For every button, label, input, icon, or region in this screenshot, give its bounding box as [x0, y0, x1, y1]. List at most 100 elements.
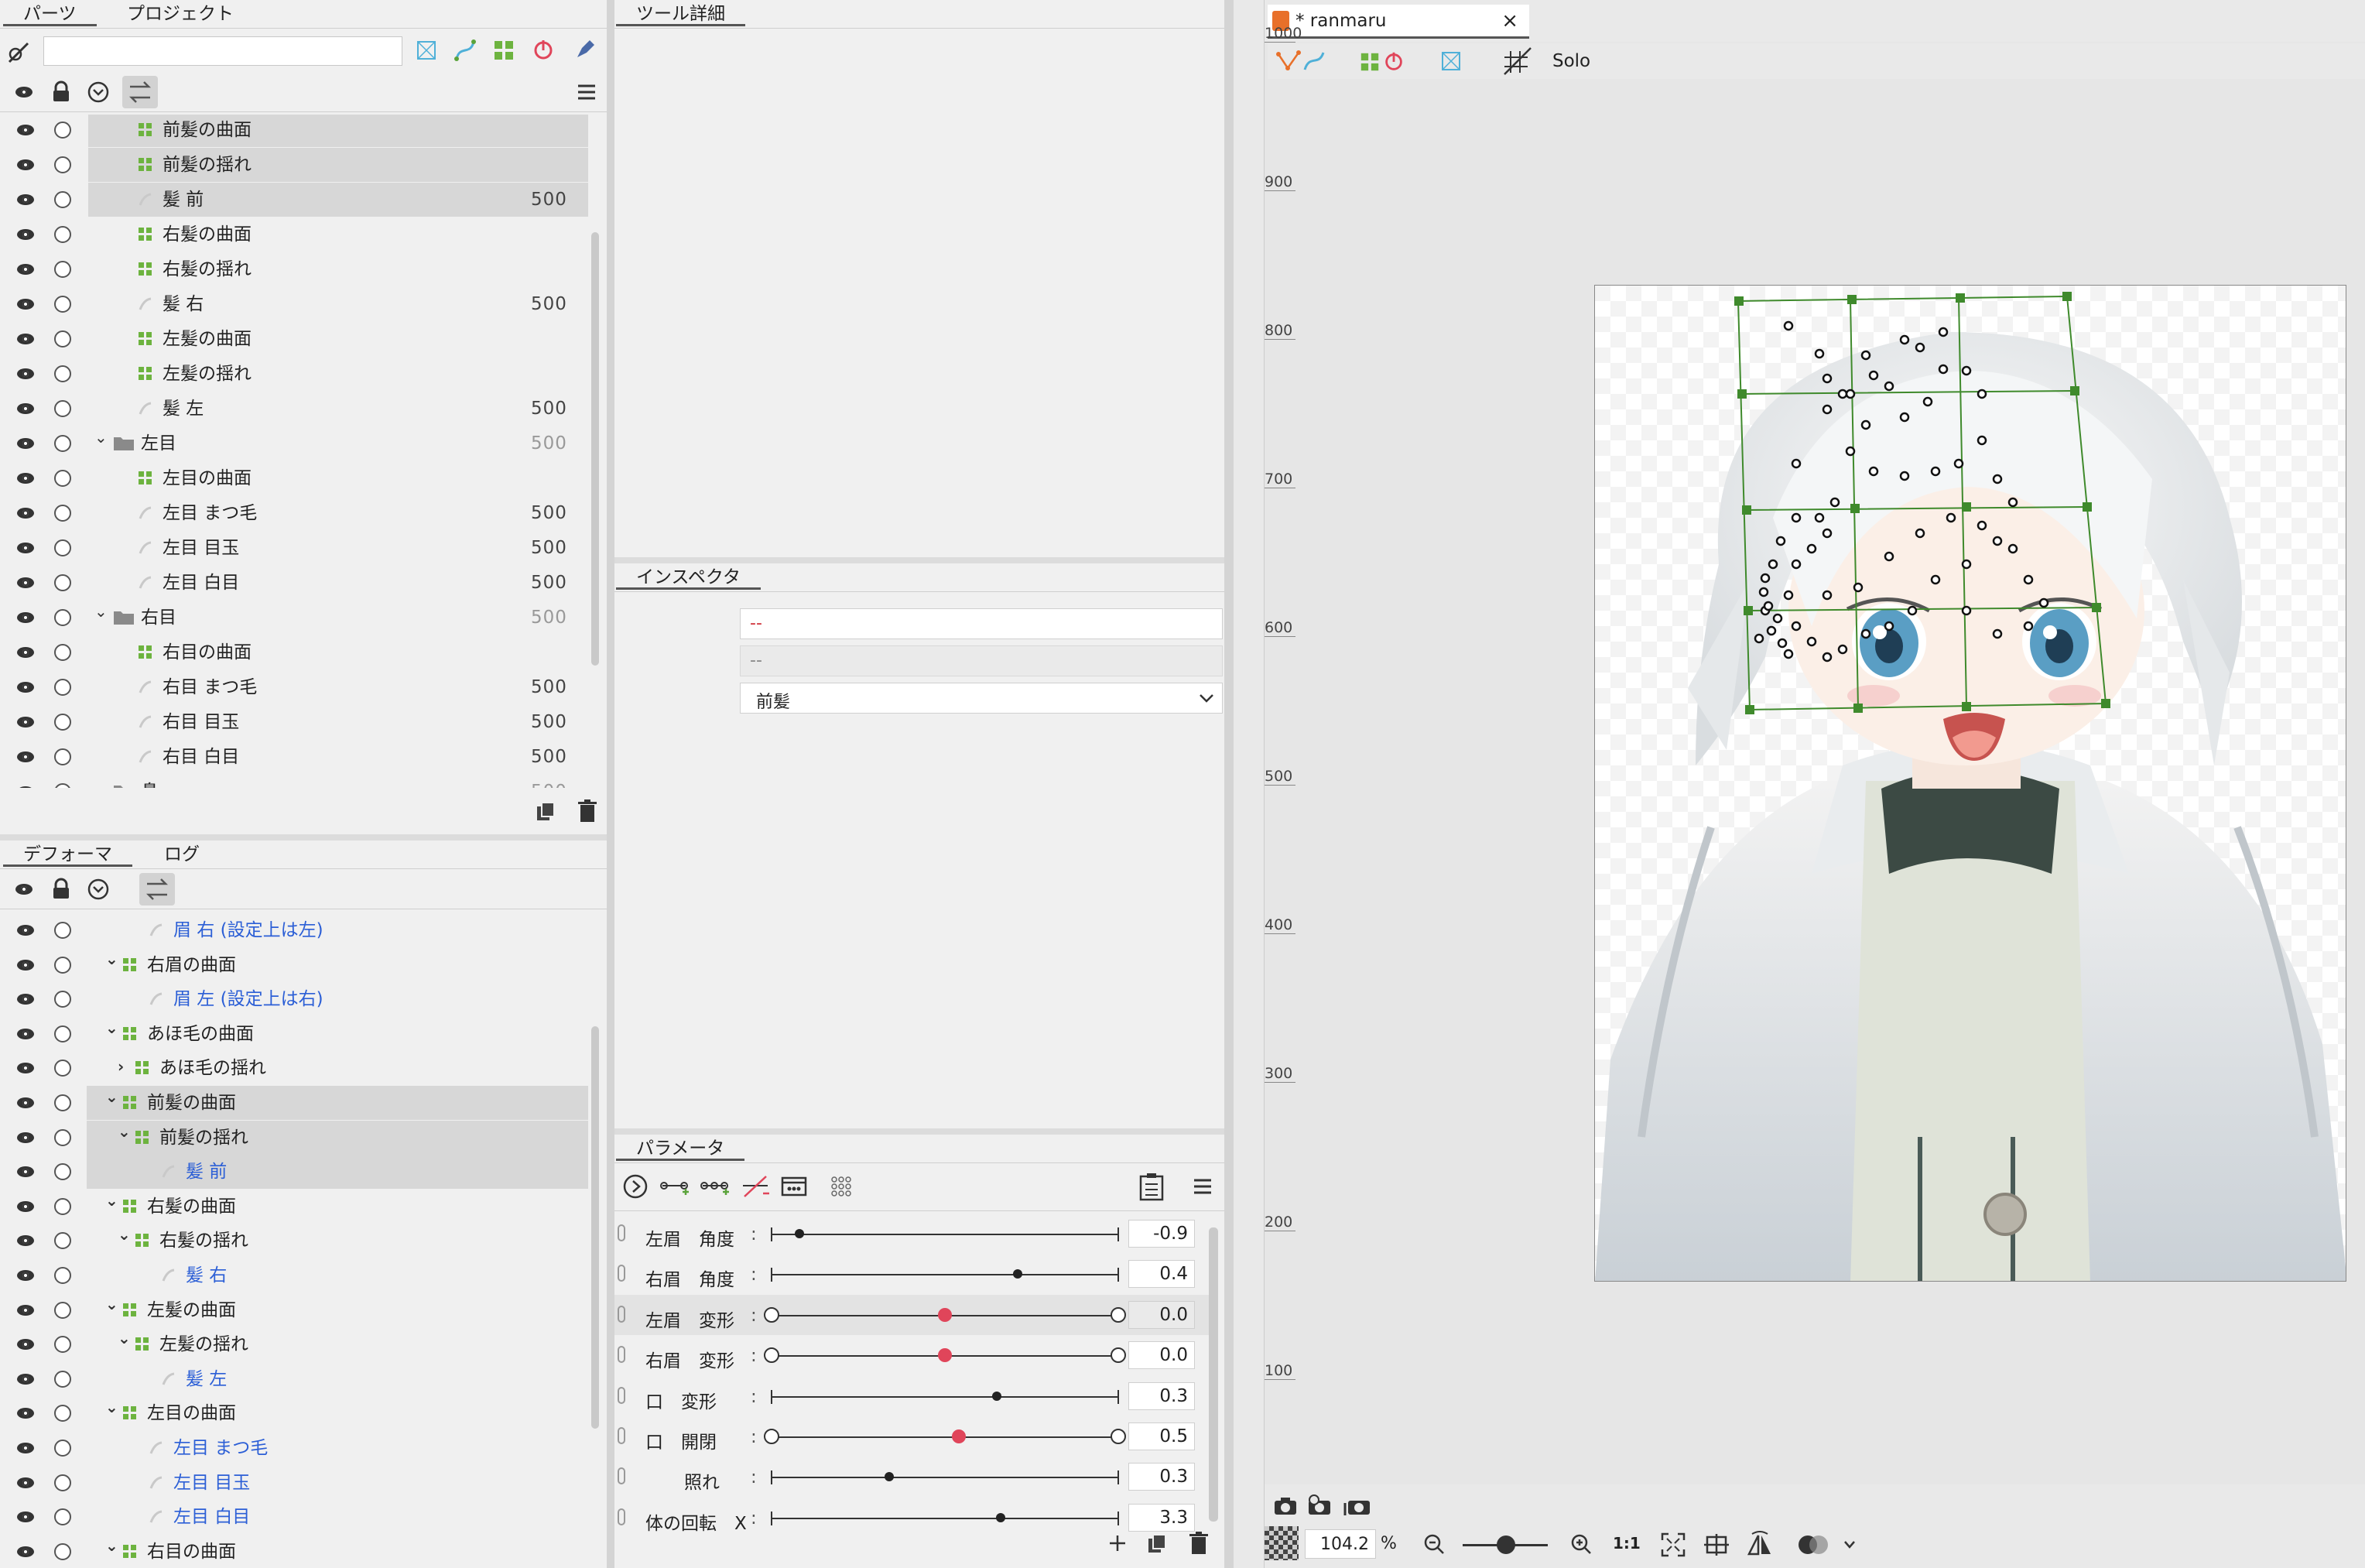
parameter-value-field[interactable]: 0.3 [1128, 1463, 1195, 1491]
horizontal-splitter[interactable] [0, 834, 607, 840]
zoom-out-icon[interactable] [1422, 1532, 1446, 1556]
chevron-down-icon[interactable]: ⌄ [105, 1019, 118, 1037]
visibility-header-icon[interactable] [15, 884, 33, 895]
grid-off-icon[interactable] [1501, 46, 1532, 76]
draw-order-value[interactable]: 500 [531, 676, 567, 698]
swap-toggle-button[interactable] [122, 76, 158, 108]
visibility-icon[interactable] [17, 925, 34, 936]
parts-row[interactable]: 左目の曲面 [0, 461, 588, 495]
mesh-vertex[interactable] [1977, 520, 1987, 531]
chevron-right-icon[interactable]: › [118, 1057, 124, 1076]
visibility-icon[interactable] [17, 1131, 34, 1143]
mesh-vertex[interactable] [1977, 389, 1987, 399]
deformer-row[interactable]: ⌄ 前髪の揺れ [17, 1120, 588, 1155]
add-3keys-icon[interactable] [700, 1175, 731, 1198]
mesh-vertex[interactable] [1977, 435, 1987, 446]
menu-icon[interactable] [1192, 1176, 1213, 1197]
lock-toggle-icon[interactable] [54, 435, 71, 452]
draw-order-value[interactable]: 500 [531, 711, 567, 733]
document-tab[interactable]: * ranmaru × [1268, 5, 1529, 39]
mesh-vertex[interactable] [1961, 365, 1972, 376]
visibility-icon[interactable] [17, 543, 34, 553]
visibility-header-icon[interactable] [15, 87, 33, 98]
lock-icon[interactable] [51, 878, 71, 901]
curve-icon[interactable] [1302, 48, 1326, 74]
mesh-vertex[interactable] [2038, 597, 2049, 608]
parameter-value-field[interactable]: -0.9 [1128, 1220, 1195, 1248]
lock-toggle-icon[interactable] [54, 1163, 71, 1181]
mesh-vertex[interactable] [1930, 466, 1941, 477]
lock-icon[interactable] [51, 80, 71, 104]
parameter-slider-track[interactable] [772, 1477, 1118, 1479]
mesh-vertex[interactable] [1829, 497, 1840, 508]
visibility-icon[interactable] [17, 1028, 34, 1039]
mesh-vertex[interactable] [1868, 466, 1879, 477]
chevron-down-icon[interactable]: ⌄ [105, 1087, 118, 1106]
parts-row[interactable]: › 鼻 500 [0, 775, 588, 788]
chevron-down-icon[interactable]: ⌄ [94, 428, 108, 447]
lock-toggle-icon[interactable] [54, 609, 71, 626]
chevron-down-icon[interactable]: ⌄ [105, 1536, 118, 1555]
vertical-splitter-right[interactable] [1224, 0, 1234, 1568]
visibility-icon[interactable] [17, 125, 34, 135]
picker-icon[interactable] [5, 37, 34, 67]
actual-size-button[interactable]: 1:1 [1613, 1534, 1641, 1553]
parameter-link-icon[interactable] [618, 1467, 625, 1485]
parameter-slider-thumb[interactable] [885, 1472, 895, 1482]
lock-toggle-icon[interactable] [54, 956, 71, 974]
fit-screen-icon[interactable] [1659, 1531, 1687, 1559]
deformer-row[interactable]: 眉 右 (設定上は左) [0, 913, 588, 947]
mesh-vertex[interactable] [1938, 364, 1949, 375]
mesh-vertex[interactable] [1992, 474, 2003, 484]
visibility-icon[interactable] [17, 786, 34, 788]
draw-order-value[interactable]: 500 [531, 189, 567, 211]
mesh-vertex[interactable] [2007, 497, 2018, 508]
artboard[interactable] [1594, 285, 2346, 1282]
tab-project[interactable]: プロジェクト [107, 2, 254, 26]
parameter-key-endpoint[interactable] [1111, 1306, 1126, 1323]
visibility-icon[interactable] [17, 368, 34, 379]
mesh-vertex[interactable] [1791, 458, 1802, 469]
zoom-slider[interactable] [1463, 1529, 1548, 1560]
parameter-row[interactable]: 照れ: 0.3 [614, 1457, 1210, 1497]
mesh-vertex[interactable] [1930, 574, 1941, 585]
parts-row[interactable]: 髪 右 500 [0, 287, 588, 321]
mesh-vertex[interactable] [1884, 551, 1894, 562]
mesh-vertex[interactable] [1845, 389, 1856, 399]
parameter-key-endpoint[interactable] [1111, 1429, 1126, 1444]
mesh-vertex[interactable] [1791, 559, 1802, 570]
parameter-slider-thumb[interactable] [951, 1429, 966, 1443]
parameter-value-field[interactable]: 0.0 [1128, 1300, 1195, 1329]
collapse-all-icon[interactable] [87, 80, 110, 104]
parts-row[interactable]: 右目 白目 500 [0, 740, 588, 774]
parameter-slider-thumb[interactable] [794, 1229, 804, 1238]
add-icon[interactable] [1107, 1532, 1128, 1554]
parameter-view-icon[interactable] [780, 1173, 808, 1200]
warp-deformer-icon[interactable] [492, 39, 515, 62]
trash-icon[interactable] [576, 799, 599, 823]
parts-row[interactable]: 右目 まつ毛 500 [0, 670, 588, 704]
parameter-slider-track[interactable] [772, 1274, 1118, 1276]
visibility-icon[interactable] [17, 334, 34, 344]
mesh-vertex[interactable] [1814, 512, 1825, 523]
parts-row[interactable]: 前髪の曲面 [17, 115, 588, 147]
mesh-vertex[interactable] [1860, 350, 1871, 361]
draw-order-value[interactable]: 500 [531, 293, 567, 315]
rotation-deformer-icon[interactable] [1382, 50, 1405, 73]
visibility-icon[interactable] [17, 1063, 34, 1074]
duplicate-icon[interactable] [1145, 1532, 1169, 1556]
lock-toggle-icon[interactable] [54, 296, 71, 313]
visibility-icon[interactable] [17, 438, 34, 449]
parameter-slider-thumb[interactable] [938, 1307, 952, 1322]
parameter-link-icon[interactable] [618, 1305, 625, 1323]
draw-order-value[interactable]: 500 [531, 433, 567, 454]
parameter-slider-track[interactable] [772, 1234, 1118, 1235]
mesh-vertex[interactable] [1768, 559, 1778, 570]
visibility-icon[interactable] [17, 229, 34, 240]
parameter-link-icon[interactable] [618, 1265, 625, 1282]
remove-key-icon[interactable] [740, 1173, 771, 1200]
parameter-row[interactable]: 右眉 角度: 0.4 [614, 1254, 1210, 1294]
lock-toggle-icon[interactable] [54, 1094, 71, 1111]
parts-row[interactable]: 右髪の曲面 [0, 217, 588, 252]
parameter-key-endpoint[interactable] [764, 1306, 779, 1323]
